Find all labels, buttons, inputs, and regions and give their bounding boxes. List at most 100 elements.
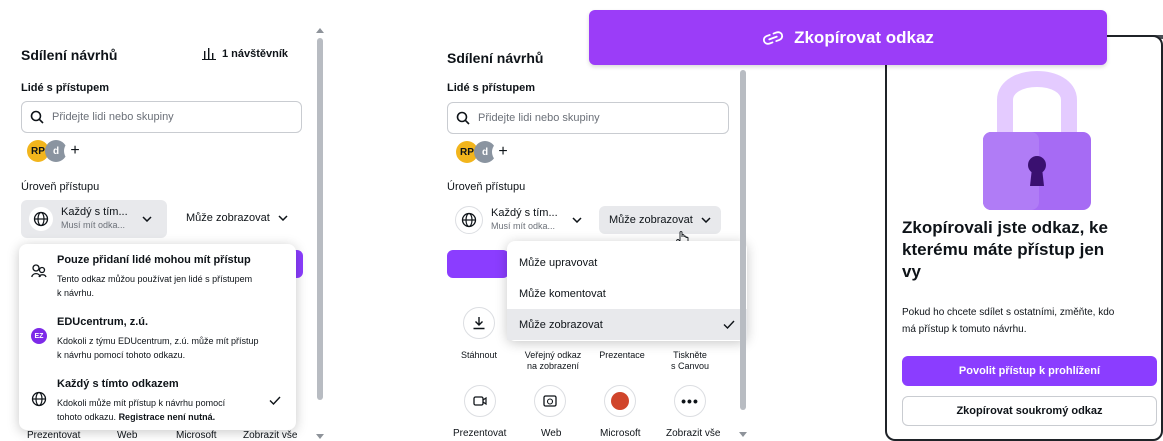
dialog-heading: Zkopírovali jste odkaz, ke kterému máte …	[902, 217, 1108, 283]
permission-options-menu: Může upravovat Může komentovat Může zobr…	[507, 241, 747, 341]
globe-icon	[31, 391, 47, 407]
permission-dropdown[interactable]: Může zobrazovat	[599, 206, 721, 234]
option-desc-2: k návrhu.	[57, 288, 95, 298]
option-desc-1: Tento odkaz můžou používat jen lidé s př…	[57, 274, 253, 284]
access-selector[interactable]: Každý s tím... Musí mít odka...	[21, 200, 167, 238]
option-can-view-label: Může zobrazovat	[519, 318, 603, 331]
dialog-body-l2: má přístup k tomuto návrhu.	[902, 324, 1027, 335]
public-link-label[interactable]: Veřejný odkaz na zobrazení	[516, 350, 590, 372]
scroll-down-arrow[interactable]	[316, 434, 324, 439]
permission-label: Může zobrazovat	[186, 212, 270, 224]
checkmark-icon	[269, 396, 281, 405]
present-button[interactable]	[464, 385, 496, 417]
copy-link-button-partial[interactable]	[447, 250, 509, 278]
option-desc-2: tohoto odkazu. Registrace není nutná.	[57, 410, 215, 424]
search-input[interactable]: Přidejte lidi nebo skupiny	[21, 101, 302, 133]
copy-private-link-button[interactable]: Zkopírovat soukromý odkaz	[902, 396, 1157, 426]
scroll-down-arrow[interactable]	[739, 432, 747, 437]
share-panel-middle: Sdílení návrhů Lidé s přístupem Přidejte…	[430, 0, 750, 441]
add-person-button[interactable]: +	[64, 140, 86, 162]
chevron-down-icon	[701, 217, 711, 223]
scrollbar-thumb[interactable]	[740, 70, 746, 410]
download-label-line: Stáhnout	[460, 350, 498, 360]
team-badge-icon: EZ	[31, 328, 47, 344]
public-link-label-l2: na zobrazení	[526, 361, 580, 371]
chevron-down-icon	[572, 217, 582, 223]
dialog-heading-l3: vy	[902, 262, 921, 281]
access-options-menu: Pouze přidaní lidé mohou mít přístup Ten…	[19, 244, 296, 430]
option-desc-bold: Registrace není nutná.	[118, 412, 216, 422]
bar-chart-icon	[202, 48, 216, 60]
option-desc-1: Kdokoli z týmu EDUcentrum, z.ú. může mít…	[57, 336, 259, 346]
access-level-label: Úroveň přístupu	[447, 181, 526, 193]
access-option-team[interactable]: EZ EDUcentrum, z.ú. Kdokoli z týmu EDUce…	[19, 306, 296, 368]
print-label[interactable]: Tiskněte s Canvou	[662, 350, 718, 372]
option-can-comment[interactable]: Může komentovat	[507, 278, 747, 309]
presentation-label-line: Prezentace	[599, 350, 645, 360]
access-level-label: Úroveň přístupu	[21, 181, 100, 193]
add-person-button[interactable]: +	[492, 141, 514, 163]
bottom-microsoft[interactable]: Microsoft	[600, 428, 641, 439]
option-can-edit[interactable]: Může upravovat	[507, 247, 747, 278]
people-label: Lidé s přístupem	[447, 82, 536, 94]
dialog-body-l1: Pokud ho chcete sdílet s ostatními, změň…	[902, 307, 1115, 318]
lock-icon	[983, 71, 1091, 210]
globe-icon	[455, 206, 483, 234]
dialog-heading-l2: kterému máte přístup jen	[902, 240, 1105, 259]
chevron-down-icon	[142, 216, 152, 222]
option-desc-2-text: tohoto odkazu.	[57, 412, 117, 422]
search-icon	[30, 110, 44, 124]
allow-view-access-button[interactable]: Povolit přístup k prohlížení	[902, 356, 1157, 386]
search-input[interactable]: Přidejte lidi nebo skupiny	[447, 102, 729, 134]
checkmark-icon	[723, 320, 735, 329]
copy-link-banner[interactable]: Zkopírovat odkaz	[589, 10, 1107, 65]
powerpoint-icon	[611, 392, 629, 410]
access-subtitle: Musí mít odka...	[61, 220, 126, 230]
show-all-button[interactable]: •••	[674, 385, 706, 417]
option-can-view[interactable]: Může zobrazovat	[507, 309, 747, 340]
visitors-counter[interactable]: 1 návštěvník	[202, 48, 288, 60]
dialog-body: Pokud ho chcete sdílet s ostatními, změň…	[902, 304, 1114, 338]
scrollbar-thumb[interactable]	[317, 38, 323, 400]
bottom-show-all[interactable]: Zobrazit vše	[666, 428, 720, 439]
copied-link-dialog: Zkopírovali jste odkaz, ke kterému máte …	[885, 35, 1163, 441]
access-title: Každý s tím...	[491, 207, 558, 219]
permission-dropdown[interactable]: Může zobrazovat	[186, 212, 288, 224]
bottom-web[interactable]: Web	[117, 430, 137, 441]
option-title: EDUcentrum, z.ú.	[57, 316, 149, 328]
download-button[interactable]	[463, 307, 495, 339]
option-desc-2: k návrhu pomocí tohoto odkazu.	[57, 350, 186, 360]
more-icon: •••	[681, 393, 699, 409]
access-subtitle: Musí mít odka...	[491, 221, 556, 231]
access-selector[interactable]: Každý s tím... Musí mít odka...	[447, 201, 593, 239]
public-link-label-l1: Veřejný odkaz	[524, 350, 582, 360]
bottom-microsoft[interactable]: Microsoft	[176, 430, 217, 441]
bottom-show-all[interactable]: Zobrazit vše	[243, 430, 297, 441]
bottom-web[interactable]: Web	[541, 428, 561, 439]
copy-link-label: Zkopírovat odkaz	[794, 27, 934, 47]
option-desc-1: Kdokoli může mít přístup k návrhu pomocí	[57, 398, 226, 408]
permission-label: Může zobrazovat	[609, 214, 693, 226]
chevron-down-icon	[278, 215, 288, 221]
access-option-restricted[interactable]: Pouze přidaní lidé mohou mít přístup Ten…	[19, 244, 296, 306]
share-panel-left: Sdílení návrhů 1 návštěvník Lidé s příst…	[0, 0, 330, 441]
bottom-present[interactable]: Prezentovat	[453, 428, 506, 439]
access-option-anyone[interactable]: Každý s tímto odkazem Kdokoli může mít p…	[19, 368, 296, 430]
globe-icon	[29, 207, 53, 231]
presentation-label[interactable]: Prezentace	[594, 350, 650, 361]
bottom-present[interactable]: Prezentovat	[27, 430, 80, 441]
web-button[interactable]	[534, 385, 566, 417]
access-title: Každý s tím...	[61, 206, 128, 218]
panel-title: Sdílení návrhů	[447, 50, 544, 66]
visitors-label: 1 návštěvník	[222, 48, 289, 60]
link-icon	[763, 30, 784, 45]
scroll-up-arrow[interactable]	[316, 28, 324, 33]
download-icon	[473, 317, 485, 330]
option-title: Pouze přidaní lidé mohou mít přístup	[57, 254, 251, 266]
print-label-l2: s Canvou	[670, 361, 710, 371]
people-label: Lidé s přístupem	[21, 82, 110, 94]
dialog-heading-l1: Zkopírovali jste odkaz, ke	[902, 218, 1108, 237]
panel-title: Sdílení návrhů	[21, 47, 118, 63]
microsoft-button[interactable]	[604, 385, 636, 417]
search-icon	[456, 111, 470, 125]
